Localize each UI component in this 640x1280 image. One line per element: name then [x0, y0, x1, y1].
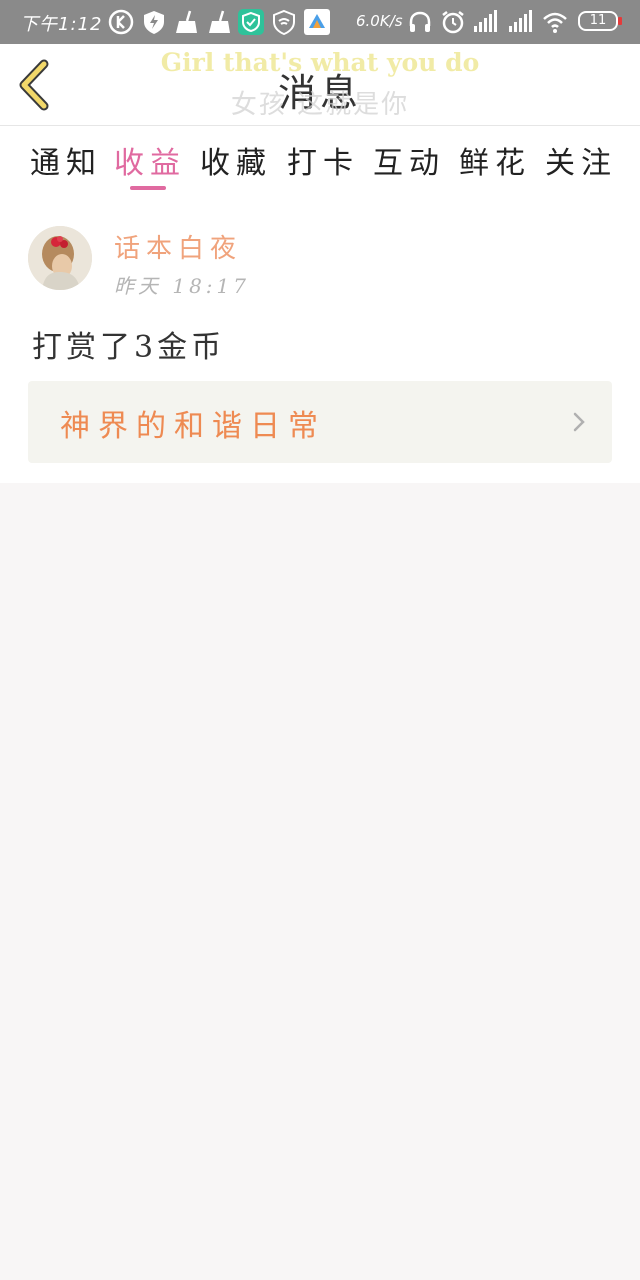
chevron-right-icon	[573, 412, 585, 432]
username[interactable]: 话本白夜	[114, 228, 242, 265]
message-timestamp: 昨天 18:17	[114, 274, 250, 298]
signal-icon	[509, 10, 532, 32]
message-text: 打赏了3金币	[32, 330, 226, 365]
story-title: 神界的和谐日常	[60, 409, 326, 444]
story-link-card[interactable]: 神界的和谐日常	[28, 381, 612, 463]
signal-icon	[474, 10, 497, 32]
broom-icon	[176, 10, 197, 33]
active-tab-indicator	[130, 186, 166, 190]
tab-bar: 通知 收益 收藏 打卡 互动 鲜花 关注	[0, 126, 640, 194]
security-shield-icon	[238, 9, 264, 35]
lyric-overlay-english: Girl that's what you do	[160, 48, 480, 77]
broom-icon	[209, 10, 230, 33]
avatar-image	[28, 226, 92, 290]
app-triangle-icon	[304, 9, 330, 35]
tab-notifications[interactable]: 通知	[30, 138, 102, 182]
k-circle-icon	[108, 9, 134, 35]
battery-icon: 11	[578, 11, 622, 31]
tab-checkin[interactable]: 打卡	[287, 138, 359, 182]
network-speed: 6.0K/s	[356, 12, 403, 30]
tab-following[interactable]: 关注	[545, 138, 617, 182]
wifi-shield-icon	[273, 9, 295, 35]
tab-interactions[interactable]: 互动	[373, 138, 445, 182]
battery-level: 11	[589, 13, 607, 28]
avatar[interactable]	[28, 226, 92, 290]
tab-favorites[interactable]: 收藏	[200, 138, 272, 182]
status-bar: 下午1:12 6.0K/s 11	[0, 0, 640, 44]
lyric-overlay-chinese: 女孩 这就是你	[230, 90, 410, 120]
message-list: 话本白夜 昨天 18:17 打赏了3金币 神界的和谐日常	[0, 194, 640, 483]
wifi-icon	[543, 12, 567, 33]
shield-bolt-icon	[144, 11, 164, 34]
status-time: 下午1:12	[20, 14, 103, 35]
header-bar: 消息 Girl that's what you do 女孩 这就是你	[0, 44, 640, 126]
alarm-icon	[442, 11, 464, 34]
tab-earnings[interactable]: 收益	[114, 138, 186, 182]
tab-flowers[interactable]: 鲜花	[459, 138, 531, 182]
battery-tip	[618, 17, 622, 25]
headphones-icon	[409, 11, 431, 32]
empty-area	[0, 483, 640, 1280]
